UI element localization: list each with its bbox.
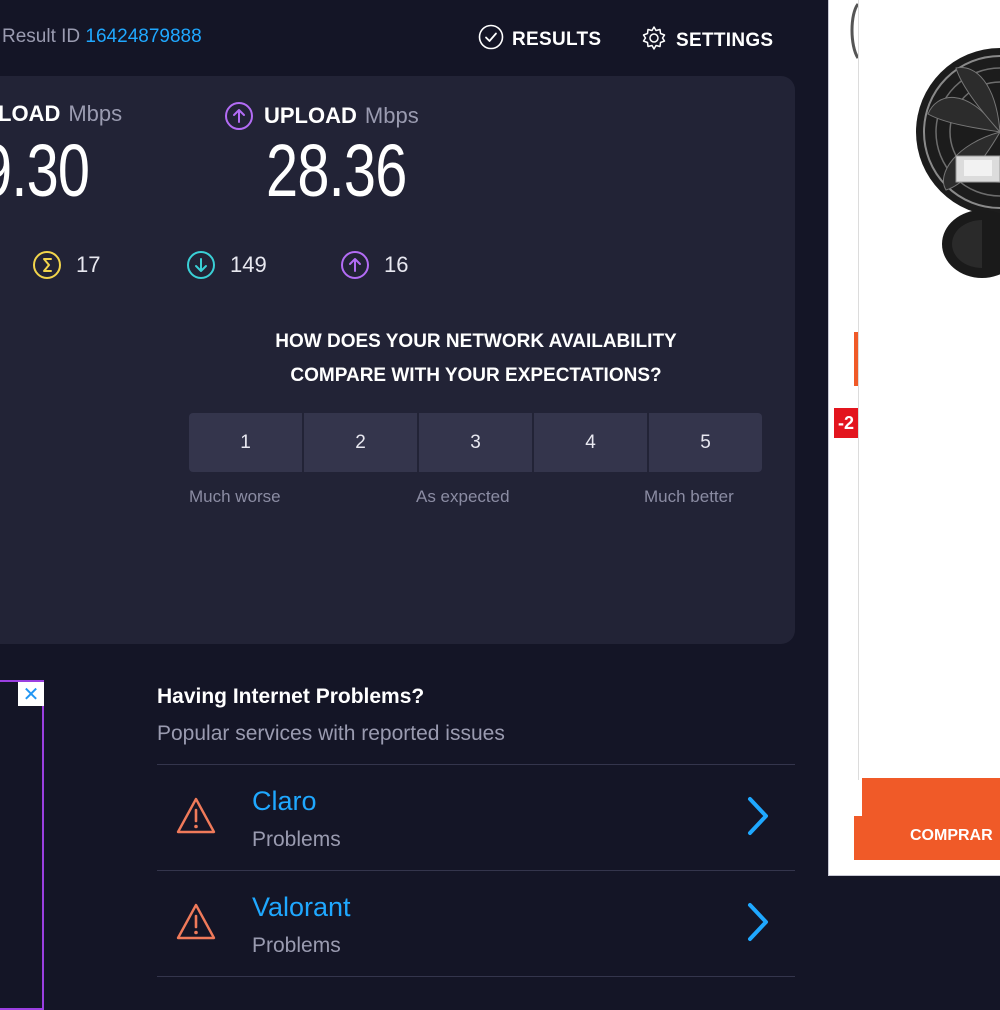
ad-accent-strip	[854, 332, 858, 386]
result-id-label: Result ID	[2, 26, 81, 47]
discount-badge: -2	[834, 408, 858, 438]
download-latency-value: 149	[230, 252, 267, 277]
chevron-right-icon	[745, 794, 771, 843]
problem-status: Problems	[252, 934, 341, 957]
jitter-icon	[32, 250, 62, 280]
settings-nav-label: SETTINGS	[676, 30, 774, 51]
download-label-text: LOAD	[0, 101, 61, 126]
jitter-metric: 17	[32, 250, 100, 280]
problems-subtitle: Popular services with reported issues	[157, 722, 505, 745]
problem-row-valorant[interactable]: Valorant Problems	[157, 872, 795, 976]
rating-option-5[interactable]: 5	[649, 413, 762, 472]
upload-label: UPLOAD Mbps	[224, 101, 419, 131]
rating-option-1[interactable]: 1	[189, 413, 302, 472]
results-nav-button[interactable]: RESULTS	[478, 24, 601, 56]
upload-unit: Mbps	[364, 103, 419, 128]
rating-scale: 1 2 3 4 5	[189, 413, 762, 472]
divider	[157, 870, 795, 871]
rating-option-2[interactable]: 2	[304, 413, 417, 472]
download-speed-value: 9.30	[0, 129, 90, 212]
rating-option-3[interactable]: 3	[419, 413, 532, 472]
left-ad-frame	[0, 680, 44, 1010]
check-circle-icon	[478, 24, 504, 56]
arrow-down-circle-icon	[186, 250, 216, 280]
chevron-right-icon	[745, 900, 771, 949]
scale-label-high: Much better	[644, 487, 734, 506]
arrow-up-circle-icon	[224, 101, 254, 131]
arrow-up-circle-icon	[340, 250, 370, 280]
problem-status: Problems	[252, 828, 341, 851]
problem-service-name: Valorant	[252, 892, 351, 922]
divider	[157, 764, 795, 765]
download-latency-metric: 149	[186, 250, 267, 280]
problems-title: Having Internet Problems?	[157, 685, 425, 708]
upload-label-text: UPLOAD	[264, 103, 357, 128]
fan-product-image	[886, 44, 1000, 289]
result-id-link[interactable]: 16424879888	[85, 26, 201, 47]
result-id-line: Result ID 16424879888	[2, 26, 202, 48]
upload-latency-value: 16	[384, 252, 409, 277]
buy-button[interactable]: COMPRAR	[854, 816, 1000, 860]
download-label: LOAD Mbps	[0, 101, 122, 127]
scale-label-mid: As expected	[416, 487, 510, 506]
jitter-value: 17	[76, 252, 101, 277]
rating-option-4[interactable]: 4	[534, 413, 647, 472]
upload-speed-value: 28.36	[266, 129, 407, 212]
ad-cta-band[interactable]	[862, 778, 1000, 816]
settings-nav-button[interactable]: SETTINGS	[640, 24, 773, 58]
survey-question-line1: HOW DOES YOUR NETWORK AVAILABILITY	[275, 331, 677, 352]
scale-label-low: Much worse	[189, 487, 281, 506]
upload-latency-metric: 16	[340, 250, 408, 280]
warning-icon	[175, 796, 217, 841]
results-nav-label: RESULTS	[512, 29, 602, 50]
divider	[157, 976, 795, 977]
ad-close-icon[interactable]: ✕	[18, 682, 44, 706]
download-unit: Mbps	[68, 101, 123, 126]
warning-icon	[175, 902, 217, 947]
problem-service-name: Claro	[252, 786, 317, 816]
gear-icon	[640, 24, 668, 58]
problem-row-claro[interactable]: Claro Problems	[157, 766, 795, 870]
survey-question-line2: COMPARE WITH YOUR EXPECTATIONS?	[290, 365, 662, 386]
